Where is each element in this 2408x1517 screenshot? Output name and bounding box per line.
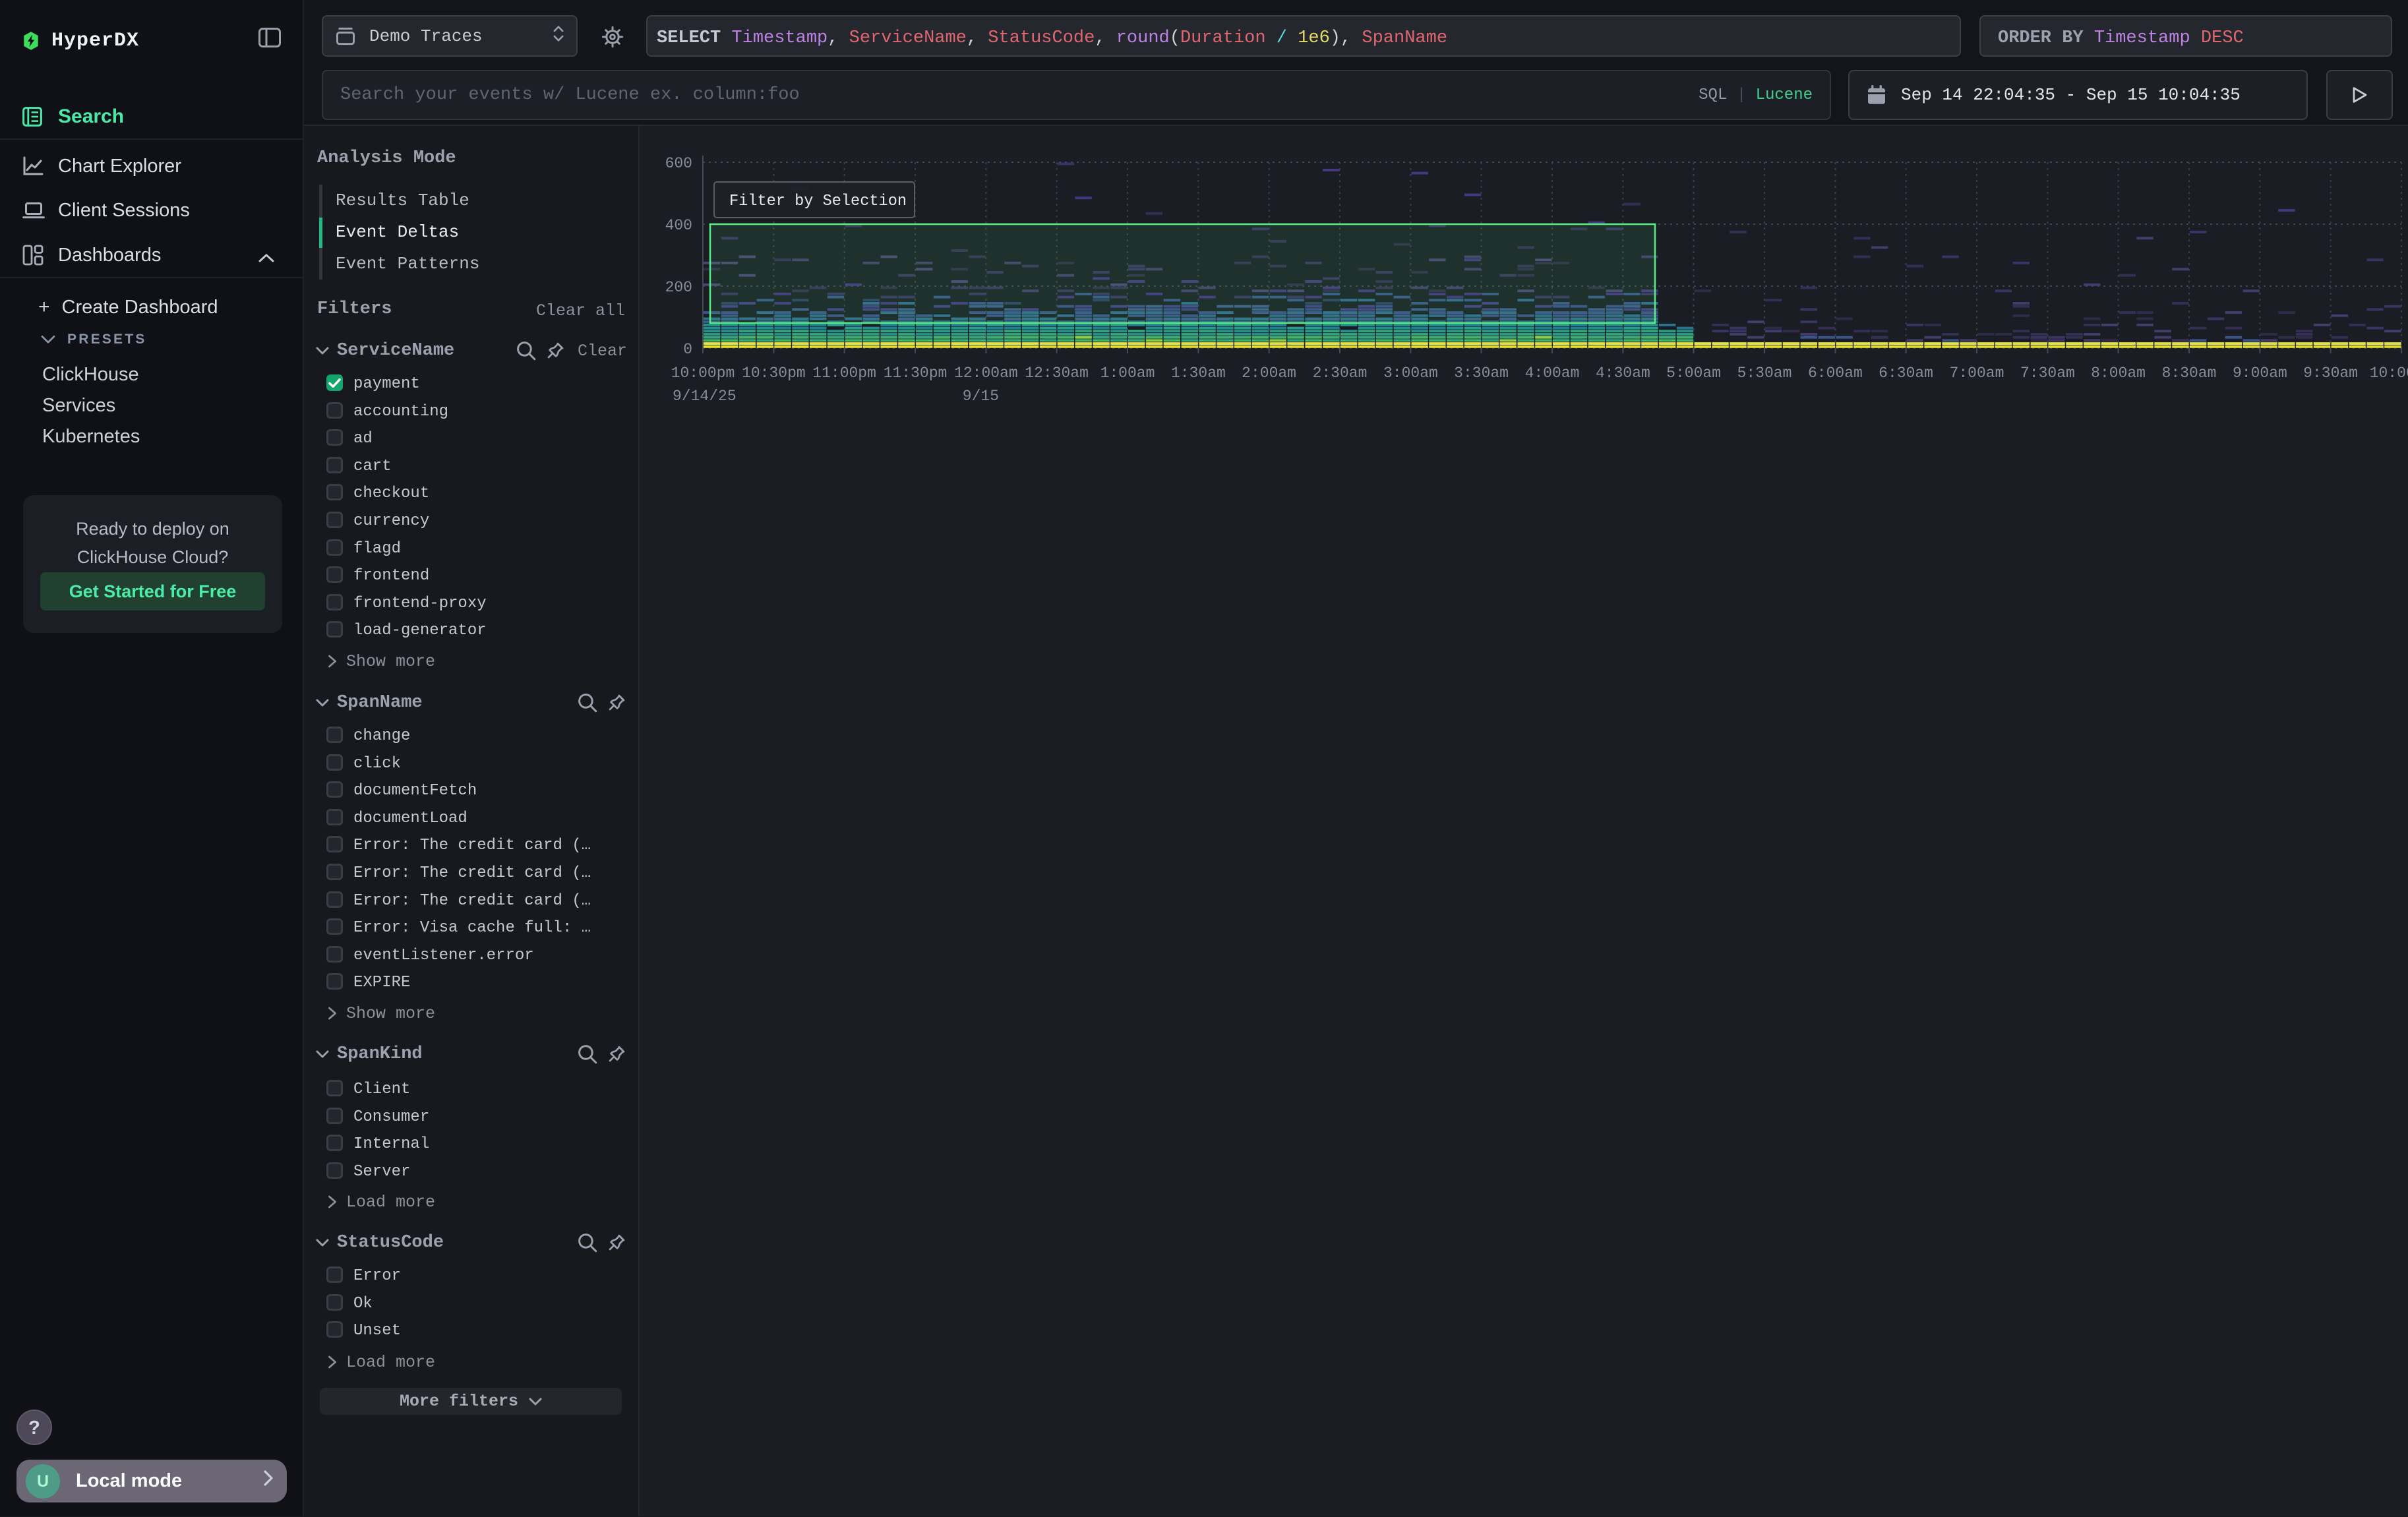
svg-text:0: 0 <box>683 341 692 358</box>
svg-text:8:00am: 8:00am <box>2091 365 2146 382</box>
svg-text:3:00am: 3:00am <box>1383 365 1438 382</box>
svg-text:200: 200 <box>665 279 692 296</box>
svg-text:9:30am: 9:30am <box>2303 365 2358 382</box>
svg-text:10:30pm: 10:30pm <box>742 365 806 382</box>
svg-text:12:30am: 12:30am <box>1025 365 1089 382</box>
svg-text:9/15: 9/15 <box>963 388 999 405</box>
svg-text:6:00am: 6:00am <box>1808 365 1863 382</box>
svg-text:7:30am: 7:30am <box>2020 365 2075 382</box>
svg-text:5:00am: 5:00am <box>1666 365 1721 382</box>
svg-text:4:30am: 4:30am <box>1596 365 1650 382</box>
svg-text:9/14/25: 9/14/25 <box>673 388 737 405</box>
svg-text:11:00pm: 11:00pm <box>812 365 876 382</box>
svg-text:?: ? <box>28 1417 40 1439</box>
svg-text:10:00am: 10:00am <box>2370 365 2408 382</box>
svg-text:6:30am: 6:30am <box>1879 365 1933 382</box>
svg-text:Filter by Selection: Filter by Selection <box>729 193 907 210</box>
svg-text:10:00pm: 10:00pm <box>671 365 735 382</box>
svg-text:12:00am: 12:00am <box>954 365 1018 382</box>
svg-text:7:00am: 7:00am <box>1950 365 2004 382</box>
svg-text:400: 400 <box>665 217 692 234</box>
svg-text:1:30am: 1:30am <box>1171 365 1226 382</box>
svg-text:1:00am: 1:00am <box>1100 365 1155 382</box>
svg-text:9:00am: 9:00am <box>2233 365 2287 382</box>
svg-text:3:30am: 3:30am <box>1454 365 1509 382</box>
svg-text:5:30am: 5:30am <box>1737 365 1792 382</box>
svg-text:600: 600 <box>665 155 692 172</box>
svg-text:4:00am: 4:00am <box>1525 365 1580 382</box>
svg-text:11:30pm: 11:30pm <box>884 365 948 382</box>
svg-text:2:30am: 2:30am <box>1313 365 1368 382</box>
svg-text:8:30am: 8:30am <box>2162 365 2217 382</box>
svg-text:2:00am: 2:00am <box>1242 365 1296 382</box>
